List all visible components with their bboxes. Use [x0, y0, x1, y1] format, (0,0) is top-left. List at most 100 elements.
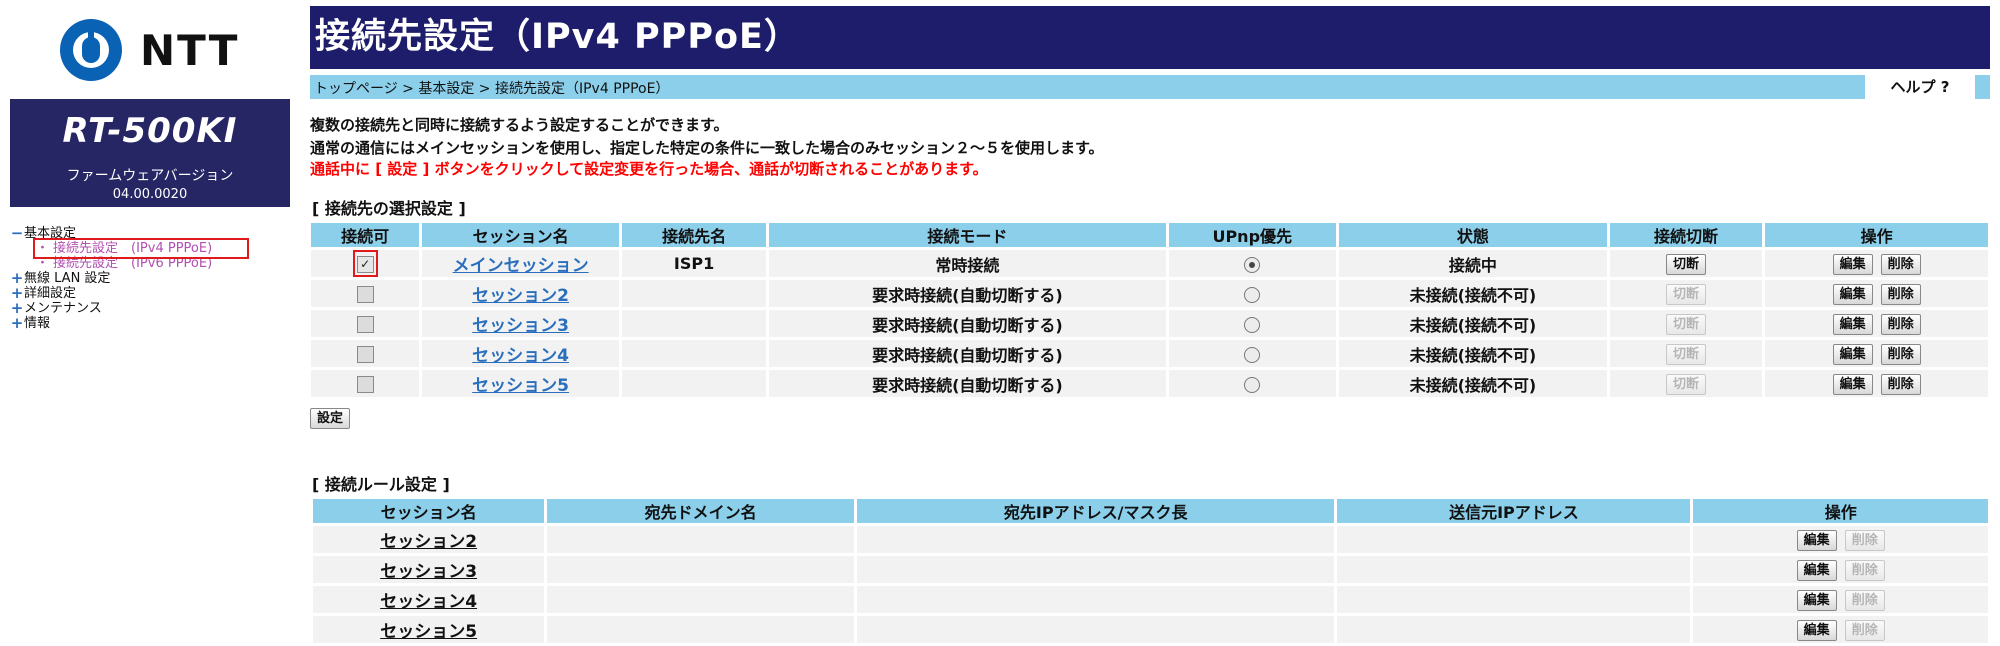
status-cell: 接続中 — [1339, 250, 1607, 277]
col-header-enabled: 接続可 — [311, 223, 420, 247]
edit-button[interactable]: 編集 — [1796, 529, 1837, 551]
enabled-cell: ✓ — [311, 250, 420, 277]
delete-button[interactable]: 削除 — [1844, 529, 1885, 551]
rule-session-name: セッション4 — [380, 592, 478, 612]
actions-cell: 編集 削除 — [1765, 340, 1988, 367]
edit-button[interactable]: 編集 — [1832, 253, 1873, 275]
rules-table: セッション名 宛先ドメイン名 宛先IPアドレス/マスク長 送信元IPアドレス 操… — [310, 496, 1991, 646]
intro-text-2: 通常の通信にはメインセッションを使用し、指定した特定の条件に一致した場合のみセッ… — [310, 139, 1104, 157]
delete-button[interactable]: 削除 — [1880, 373, 1921, 395]
upnp-radio[interactable] — [1244, 286, 1261, 303]
actions-cell: 編集 削除 — [1765, 370, 1988, 397]
rule-domain-cell — [547, 616, 854, 643]
nav-sub-ipv4-label[interactable]: 接続先設定 (IPv4 PPPoE) — [53, 241, 212, 256]
disconnect-button[interactable]: 切断 — [1666, 283, 1707, 305]
delete-button[interactable]: 削除 — [1880, 283, 1921, 305]
nav-detail-settings[interactable]: + 詳細設定 — [10, 286, 246, 302]
rule-domain-cell — [547, 526, 854, 553]
rules-table-header: セッション名 宛先ドメイン名 宛先IPアドレス/マスク長 送信元IPアドレス 操… — [313, 499, 1988, 523]
ntt-logo: NTT — [60, 10, 260, 90]
ntt-logo-text: NTT — [140, 25, 240, 75]
edit-button[interactable]: 編集 — [1832, 283, 1873, 305]
disconnect-button[interactable]: 切断 — [1666, 373, 1707, 395]
rule-session-cell: セッション4 — [313, 586, 545, 613]
bullet-icon: ・ — [36, 256, 50, 271]
breadcrumb[interactable]: トップページ > 基本設定 > 接続先設定（IPv4 PPPoE） — [314, 78, 669, 98]
session-table-header: 接続可 セッション名 接続先名 接続モード UPnp優先 状態 接続切断 操作 — [311, 223, 1988, 247]
upnp-radio[interactable] — [1244, 376, 1261, 393]
rule-dest-ip-cell — [856, 556, 1335, 583]
edit-button[interactable]: 編集 — [1796, 619, 1837, 641]
session-name-cell: セッション3 — [422, 310, 619, 337]
edit-button[interactable]: 編集 — [1832, 343, 1873, 365]
delete-button[interactable]: 削除 — [1880, 253, 1921, 275]
nav-maint-label[interactable]: メンテナンス — [24, 301, 102, 316]
session-table: 接続可 セッション名 接続先名 接続モード UPnp優先 状態 接続切断 操作 … — [308, 220, 1991, 400]
col-header-actions: 操作 — [1693, 499, 1988, 523]
delete-button[interactable]: 削除 — [1880, 343, 1921, 365]
model-box: RT-500KI ファームウェアバージョン 04.00.0020 — [10, 99, 290, 207]
session-name-link[interactable]: セッション4 — [472, 346, 569, 366]
rule-session-cell: セッション2 — [313, 526, 545, 553]
nav-info-label[interactable]: 情報 — [24, 316, 50, 331]
rule-row-5: セッション5 編集 削除 — [313, 616, 1988, 643]
disconnect-button[interactable]: 切断 — [1666, 343, 1707, 365]
disconnect-cell: 切断 — [1609, 280, 1763, 307]
delete-button[interactable]: 削除 — [1844, 589, 1885, 611]
delete-button[interactable]: 削除 — [1844, 559, 1885, 581]
edit-button[interactable]: 編集 — [1796, 589, 1837, 611]
apply-settings-button[interactable]: 設定 — [310, 408, 351, 429]
nav-basic-settings[interactable]: − 基本設定 — [10, 226, 246, 242]
delete-button[interactable]: 削除 — [1880, 313, 1921, 335]
expand-icon[interactable]: + — [10, 316, 24, 331]
destination-cell: ISP1 — [621, 250, 767, 277]
edit-button[interactable]: 編集 — [1832, 373, 1873, 395]
nav-wireless-lan[interactable]: + 無線 LAN 設定 — [10, 271, 246, 287]
firmware-label: ファームウェアバージョン — [66, 168, 234, 184]
mode-cell: 要求時接続(自動切断する) — [769, 370, 1166, 397]
col-header-session-name: セッション名 — [313, 499, 545, 523]
enabled-checkbox[interactable]: ✓ — [356, 256, 374, 273]
rule-actions-cell: 編集 削除 — [1693, 616, 1988, 643]
delete-button[interactable]: 削除 — [1844, 619, 1885, 641]
session-row-5: セッション5 要求時接続(自動切断する) 未接続(接続不可) 切断 編集 削除 — [311, 370, 1988, 397]
disconnect-button[interactable]: 切断 — [1666, 313, 1707, 335]
edit-button[interactable]: 編集 — [1796, 559, 1837, 581]
actions-cell: 編集 削除 — [1765, 250, 1988, 277]
nav-maintenance[interactable]: + メンテナンス — [10, 301, 246, 317]
disconnect-button[interactable]: 切断 — [1666, 253, 1707, 275]
nav-basic-label[interactable]: 基本設定 — [24, 226, 76, 241]
sidebar: NTT RT-500KI ファームウェアバージョン 04.00.0020 − 基本… — [0, 0, 298, 646]
enabled-checkbox[interactable] — [356, 286, 374, 303]
collapse-icon[interactable]: − — [10, 226, 24, 241]
enabled-checkbox[interactable] — [356, 346, 374, 363]
col-header-dest-ip: 宛先IPアドレス/マスク長 — [856, 499, 1335, 523]
upnp-radio[interactable] — [1244, 256, 1261, 273]
nav-info[interactable]: + 情報 — [10, 316, 246, 332]
nav-detail-label[interactable]: 詳細設定 — [24, 286, 76, 301]
session-name-link[interactable]: メインセッション — [453, 256, 589, 276]
edit-button[interactable]: 編集 — [1832, 313, 1873, 335]
upnp-radio[interactable] — [1244, 346, 1261, 363]
enabled-checkbox[interactable] — [356, 376, 374, 393]
disconnect-cell: 切断 — [1609, 250, 1763, 277]
col-header-disconnect: 接続切断 — [1609, 223, 1763, 247]
nav-sub-ipv4-pppoe[interactable]: ・接続先設定 (IPv4 PPPoE) — [33, 238, 249, 259]
nav-sub-ipv6-label[interactable]: 接続先設定 (IPv6 PPPoE) — [53, 256, 212, 271]
enabled-checkbox-highlight: ✓ — [352, 250, 378, 277]
rule-src-ip-cell — [1337, 616, 1691, 643]
session-name-link[interactable]: セッション2 — [472, 286, 569, 306]
upnp-radio[interactable] — [1244, 316, 1261, 333]
enabled-cell — [311, 370, 420, 397]
help-link[interactable]: ヘルプ ? — [1865, 75, 1975, 99]
rule-session-name: セッション3 — [380, 562, 478, 582]
rule-row-2: セッション2 編集 削除 — [313, 526, 1988, 553]
session-row-3: セッション3 要求時接続(自動切断する) 未接続(接続不可) 切断 編集 削除 — [311, 310, 1988, 337]
nav-sub-ipv6-pppoe[interactable]: ・接続先設定 (IPv6 PPPoE) — [36, 256, 246, 271]
session-row-4: セッション4 要求時接続(自動切断する) 未接続(接続不可) 切断 編集 削除 — [311, 340, 1988, 367]
nav-wlan-label[interactable]: 無線 LAN 設定 — [24, 271, 110, 286]
col-header-status: 状態 — [1339, 223, 1607, 247]
enabled-checkbox[interactable] — [356, 316, 374, 333]
session-name-link[interactable]: セッション5 — [472, 376, 569, 396]
session-name-link[interactable]: セッション3 — [472, 316, 569, 336]
